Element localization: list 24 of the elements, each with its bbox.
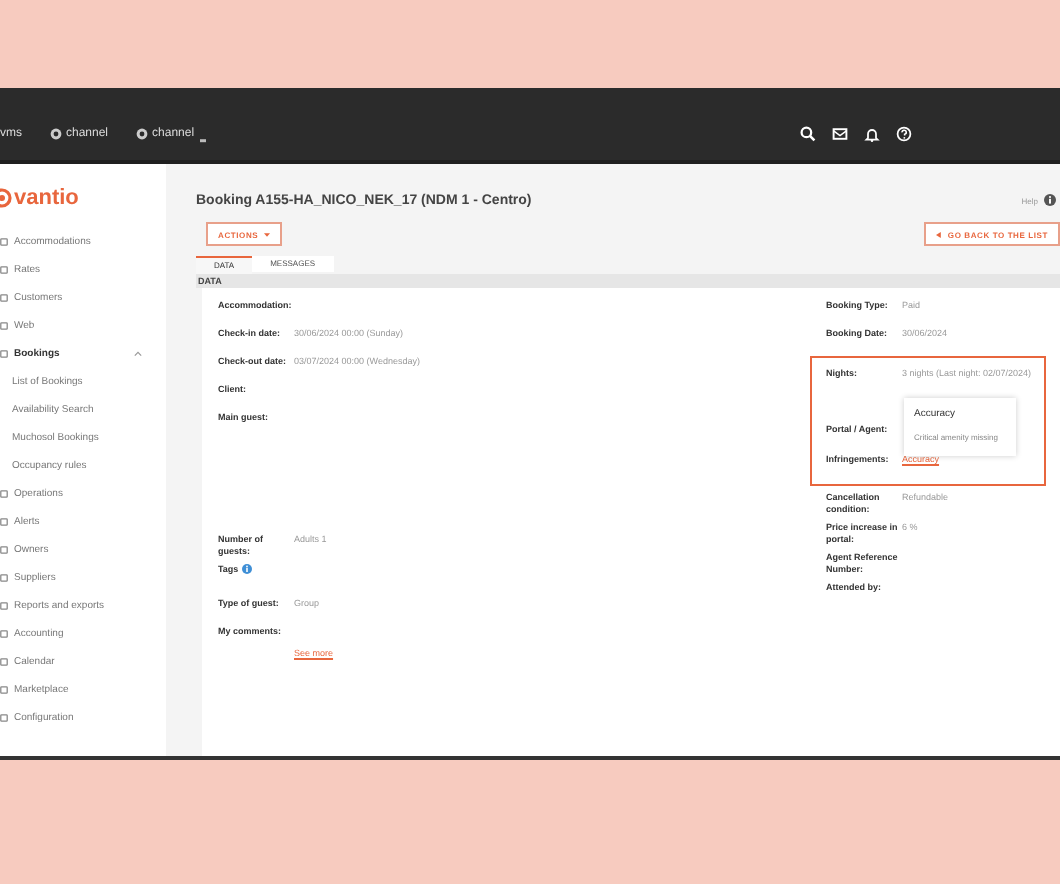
menu-item-icon xyxy=(0,686,8,694)
mail-icon[interactable] xyxy=(832,126,848,142)
menu-item-icon xyxy=(0,546,8,554)
search-icon[interactable] xyxy=(800,126,816,142)
menu-item-icon xyxy=(0,350,8,358)
menu-item-icon xyxy=(0,714,8,722)
pro-mark-icon xyxy=(198,137,209,143)
menu-item-icon xyxy=(0,630,8,638)
menu-item-icon xyxy=(0,266,8,274)
arrow-left-icon xyxy=(935,231,942,237)
menu-item-icon xyxy=(0,294,8,302)
bell-icon[interactable] xyxy=(864,126,880,142)
menu-item-icon xyxy=(0,602,8,610)
help-icon[interactable] xyxy=(896,126,912,142)
circle-logo-icon xyxy=(136,128,149,140)
menu-item-icon xyxy=(0,518,8,526)
menu-item-icon xyxy=(0,322,8,330)
menu-item-icon xyxy=(0,574,8,582)
menu-item-icon xyxy=(0,490,8,498)
caret-icon xyxy=(264,231,271,237)
menu-item-icon xyxy=(0,238,8,246)
menu-item-icon xyxy=(0,658,8,666)
circle-logo-icon xyxy=(50,128,62,140)
brand-name: vantio xyxy=(14,186,79,210)
